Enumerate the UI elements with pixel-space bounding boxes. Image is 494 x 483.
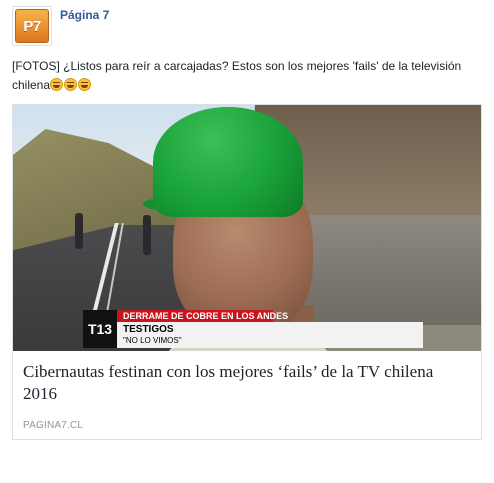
joy-emoji-icon: [64, 78, 78, 91]
ticker-headline: TESTIGOS: [123, 324, 174, 335]
image-person: [75, 213, 83, 249]
tv-lower-third: DERRAME DE COBRE EN LOS ANDES T13 TESTIG…: [83, 310, 473, 348]
link-preview-card[interactable]: DERRAME DE COBRE EN LOS ANDES T13 TESTIG…: [12, 104, 482, 440]
post-text: [FOTOS] ¿Listos para reír a carcajadas? …: [12, 57, 482, 95]
link-preview-body: Cibernautas festinan con los mejores ‘fa…: [13, 351, 481, 431]
pagina7-logo: P7: [15, 9, 49, 43]
link-preview-image[interactable]: DERRAME DE COBRE EN LOS ANDES T13 TESTIG…: [13, 105, 481, 351]
link-domain: PAGINA7.CL: [23, 420, 84, 431]
joy-emoji-icon: [78, 78, 92, 91]
green-helmet: [153, 107, 303, 217]
image-person: [143, 215, 151, 255]
page-name-link[interactable]: Página 7: [60, 8, 109, 22]
link-title[interactable]: Cibernautas festinan con los mejores ‘fa…: [23, 361, 471, 405]
ticker-subline: "NO LO VIMOS": [123, 336, 182, 345]
post-header: P7 Página 7: [12, 6, 109, 46]
page-avatar[interactable]: P7: [12, 6, 52, 46]
joy-emoji-icon: [50, 78, 64, 91]
channel-logo: T13: [83, 310, 117, 348]
